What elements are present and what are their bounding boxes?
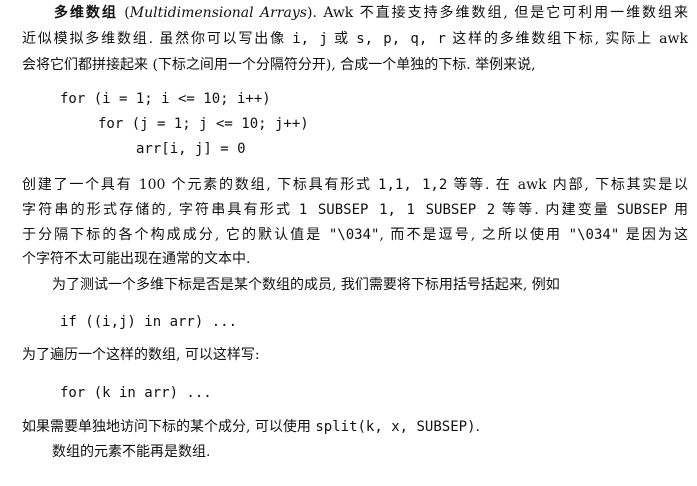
code-line: for (i = 1; i <= 10; i++) [60, 91, 271, 107]
inline-code: 1 SUBSEP 1, 1 SUBSEP 2 [298, 202, 496, 218]
para4-text: 为了遍历一个这样的数组, 可以这样写: [22, 347, 260, 363]
para2-line-4: 个字符不太可能出现在通常的文本中. [22, 251, 251, 267]
intro-line-2: 近似模拟多维数组. 虽然你可以写出像 i, j 或 s, p, q, r 这样的… [22, 31, 688, 47]
inline-code: SUBSEP [616, 202, 668, 218]
para3-text: 为了测试一个多维下标是否是某个数组的成员, 我们需要将下标用括号括起来, 例如 [52, 277, 560, 293]
inline-code: s, p, q, r [356, 31, 446, 47]
para5-text: 如果需要单独地访问下标的某个成分, 可以使用 split(k, x, SUBSE… [22, 419, 480, 435]
inline-code: "\034" [568, 227, 620, 243]
section-heading-english: Multidimensional Arrays [129, 5, 307, 21]
para2-line-2: 字符串的形式存储的, 字符串具有形式 1 SUBSEP 1, 1 SUBSEP … [22, 202, 689, 218]
inline-code: "\034" [328, 227, 380, 243]
para5-last-line: 数组的元素不能再是数组. [52, 444, 211, 460]
intro-line-3: 会将它们都拼接起来 (下标之间用一个分隔符分开), 合成一个单独的下标. 举例来… [22, 57, 536, 73]
intro-line-1: 多维数组 (Multidimensional Arrays). Awk 不直接支… [52, 5, 688, 21]
code-line: for (j = 1; j <= 10; j++) [98, 116, 309, 132]
document-page: 多维数组 (Multidimensional Arrays). Awk 不直接支… [0, 0, 697, 486]
inline-code: i, j [292, 31, 328, 47]
inline-code: split(k, x, SUBSEP) [315, 419, 476, 435]
code-line: for (k in arr) ... [60, 385, 212, 401]
para2-line-3: 于分隔下标的各个构成成分, 它的默认值是 "\034", 而不是逗号, 之所以使… [22, 227, 688, 243]
para2-line-1: 创建了一个具有 100 个元素的数组, 下标具有形式 1,1, 1,2 等等. … [22, 177, 688, 193]
code-line: if ((i,j) in arr) ... [60, 314, 238, 330]
inline-code: 1,1, 1,2 [378, 177, 448, 193]
section-heading: 多维数组 [52, 5, 118, 21]
code-line: arr[i, j] = 0 [136, 141, 246, 157]
